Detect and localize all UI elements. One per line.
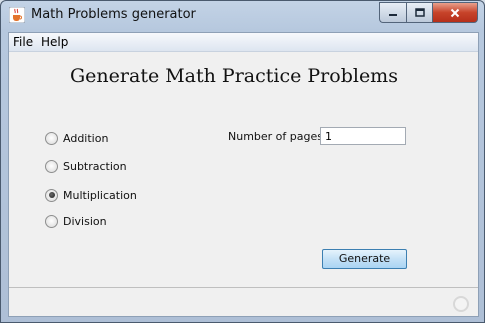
number-of-pages-input[interactable] [320, 127, 406, 145]
java-cup-icon [9, 7, 25, 23]
radio-button-checked[interactable] [45, 188, 58, 202]
number-of-pages-label: Number of pages [228, 130, 323, 143]
maximize-button[interactable] [406, 2, 432, 23]
progress-indicator-icon [453, 296, 469, 312]
radio-button[interactable] [45, 131, 58, 145]
radio-label: Subtraction [63, 159, 127, 173]
radio-subtraction[interactable]: Subtraction [45, 158, 127, 174]
menu-file[interactable]: File [13, 35, 33, 49]
radio-division[interactable]: Division [45, 213, 107, 229]
radio-label: Multiplication [63, 188, 137, 202]
status-separator [9, 287, 478, 288]
page-title: Generate Math Practice Problems [70, 65, 398, 87]
radio-multiplication[interactable]: Multiplication [45, 187, 137, 203]
app-window: Math Problems generator File Help Genera… [0, 0, 485, 323]
radio-label: Division [63, 214, 107, 228]
generate-button[interactable]: Generate [322, 249, 407, 269]
radio-label: Addition [63, 131, 109, 145]
close-button[interactable] [432, 2, 478, 23]
radio-addition[interactable]: Addition [45, 130, 108, 146]
minimize-icon [389, 13, 397, 16]
close-icon [450, 8, 460, 17]
maximize-icon [414, 8, 425, 17]
menu-bar: File Help [9, 33, 478, 52]
menu-help[interactable]: Help [41, 35, 68, 49]
radio-button[interactable] [45, 214, 58, 228]
client-area: File Help Generate Math Practice Problem… [8, 32, 479, 317]
minimize-button[interactable] [379, 2, 406, 23]
window-controls [379, 2, 478, 23]
window-title: Math Problems generator [31, 7, 196, 22]
title-bar[interactable]: Math Problems generator [1, 1, 484, 31]
radio-button[interactable] [45, 159, 58, 173]
